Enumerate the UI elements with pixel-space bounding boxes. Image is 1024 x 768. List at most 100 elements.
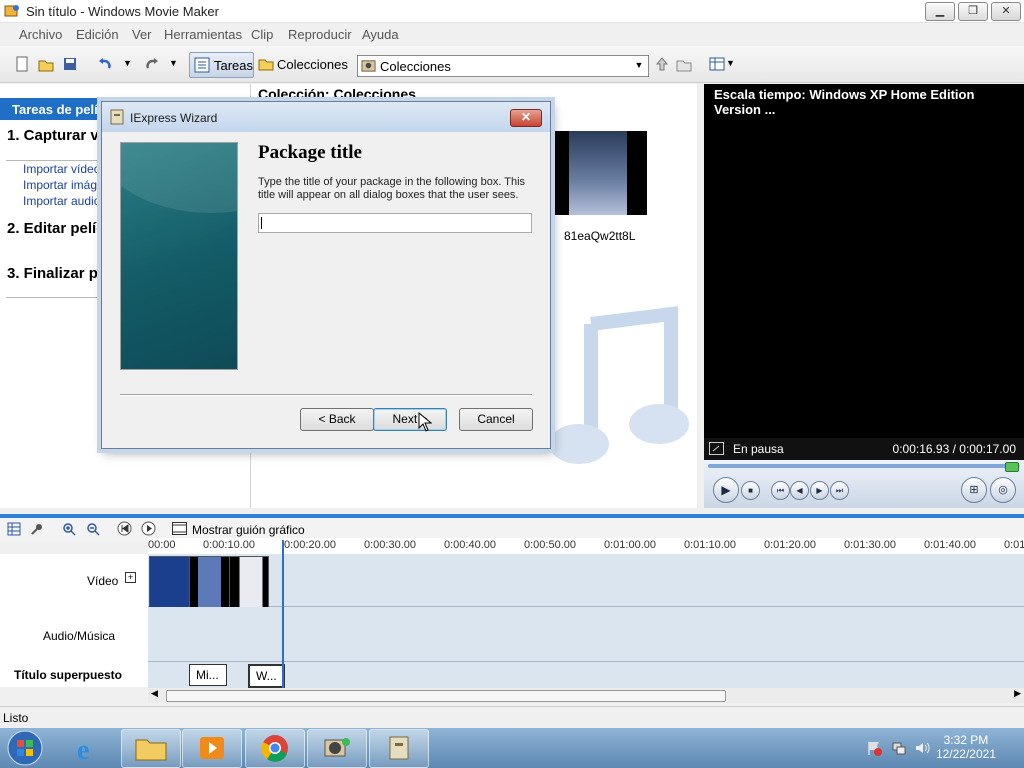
- start-button-icon[interactable]: [5, 729, 45, 767]
- movie-maker-app-icon: [4, 5, 19, 17]
- close-button[interactable]: ✕: [991, 2, 1021, 21]
- collection-title: Colección: Colecciones: [258, 86, 416, 102]
- task-section-capture[interactable]: 1. Capturar víd: [7, 127, 112, 144]
- menu-herramientas[interactable]: Herramientas: [164, 27, 242, 42]
- next-frame-button[interactable]: ⏭: [830, 481, 849, 500]
- task-link-import-audio[interactable]: Importar audio d: [23, 194, 110, 208]
- cancel-button[interactable]: Cancel: [459, 408, 533, 431]
- play-timeline-icon[interactable]: [141, 521, 156, 536]
- title-overlay-track[interactable]: Mi... W...: [148, 662, 1024, 688]
- taskbar-media-player[interactable]: [182, 729, 242, 768]
- taskbar-chrome[interactable]: [245, 729, 305, 768]
- minimize-button[interactable]: ▁: [925, 2, 955, 21]
- title-overlay-clip[interactable]: Mi...: [189, 664, 227, 686]
- view-options-icon[interactable]: [709, 56, 725, 72]
- audio-music-track[interactable]: [148, 607, 1024, 662]
- undo-icon[interactable]: [97, 56, 113, 72]
- preview-controls: ▶ ■ ⏮ ◀ ▶ ⏭ ⊞ ◎: [704, 460, 1024, 508]
- storyboard-icon[interactable]: [172, 522, 187, 535]
- menu-archivo[interactable]: Archivo: [19, 27, 62, 42]
- up-one-level-icon[interactable]: [654, 56, 670, 72]
- rewind-timeline-icon[interactable]: [117, 521, 132, 536]
- clock-time: 3:32 PM: [943, 733, 989, 747]
- title-overlay-clip-selected[interactable]: W...: [248, 664, 285, 688]
- back-button[interactable]: < Back: [300, 408, 374, 431]
- forward-button[interactable]: ▶: [810, 481, 829, 500]
- chevron-down-icon[interactable]: ▼: [632, 58, 646, 73]
- task-section-edit[interactable]: 2. Editar pelíc: [7, 220, 105, 237]
- track-label-title-overlay: Título superpuesto: [14, 668, 122, 682]
- undo-dropdown-icon[interactable]: ▼: [123, 58, 132, 68]
- scroll-left-icon[interactable]: ◀: [151, 688, 158, 699]
- timeline-horizontal-scrollbar[interactable]: ◀ ▶: [148, 688, 1024, 703]
- rewind-button[interactable]: ◀: [790, 481, 809, 500]
- timeline-grid-icon[interactable]: [7, 522, 21, 536]
- collection-clip-thumbnail[interactable]: [551, 131, 647, 215]
- zoom-out-icon[interactable]: [86, 522, 100, 536]
- view-dropdown-icon[interactable]: ▼: [726, 58, 735, 68]
- action-center-flag-icon[interactable]: [866, 740, 882, 756]
- menu-clip[interactable]: Clip: [251, 27, 273, 42]
- zoom-in-icon[interactable]: [62, 522, 76, 536]
- dialog-close-button[interactable]: ✕: [510, 109, 542, 127]
- ruler-tick: 00:00: [148, 539, 176, 551]
- ruler-tick: 0:00:10.00: [203, 539, 255, 551]
- redo-icon[interactable]: [144, 56, 160, 72]
- taskbar-movie-maker[interactable]: [307, 729, 367, 768]
- package-title-input[interactable]: [258, 213, 532, 233]
- scroll-right-icon[interactable]: ▶: [1014, 688, 1021, 699]
- timeline-ruler[interactable]: 00:00 0:00:10.00 0:00:20.00 0:00:30.00 0…: [148, 538, 1024, 555]
- taskbar-explorer[interactable]: [121, 729, 181, 768]
- tasks-toggle-button[interactable]: Tareas: [189, 52, 254, 78]
- menu-reproducir[interactable]: Reproducir: [288, 27, 352, 42]
- collections-combo[interactable]: Colecciones ▼: [357, 55, 649, 77]
- seek-bar-fill: [708, 464, 1019, 468]
- task-link-import-video[interactable]: Importar vídeo: [23, 162, 100, 176]
- expand-video-track-icon[interactable]: +: [125, 572, 136, 583]
- video-clip[interactable]: [189, 556, 230, 608]
- seek-thumb[interactable]: [1005, 462, 1019, 472]
- ruler-tick: 0:01:30.00: [844, 539, 896, 551]
- menu-edicion[interactable]: Edición: [76, 27, 119, 42]
- taskbar-clock[interactable]: 3:32 PM 12/22/2021: [936, 733, 996, 761]
- ruler-tick: 0:00:40.00: [444, 539, 496, 551]
- previous-frame-button[interactable]: ⏮: [771, 481, 790, 500]
- video-track[interactable]: [148, 554, 1024, 608]
- collection-clip-label[interactable]: 81eaQw2tt8L: [564, 229, 635, 243]
- text-caret: [261, 217, 262, 229]
- menu-ver[interactable]: Ver: [132, 27, 152, 42]
- new-project-icon[interactable]: [14, 56, 30, 72]
- open-project-icon[interactable]: [38, 56, 54, 72]
- take-picture-button[interactable]: ◎: [990, 477, 1016, 503]
- redo-dropdown-icon[interactable]: ▼: [169, 58, 178, 68]
- collection-folder-icon: [361, 60, 376, 72]
- split-clip-button[interactable]: ⊞: [961, 477, 987, 503]
- network-icon[interactable]: [891, 740, 907, 756]
- fullscreen-icon[interactable]: [709, 442, 724, 455]
- scrollbar-thumb[interactable]: [166, 690, 726, 702]
- task-link-import-images[interactable]: Importar imágen: [23, 178, 110, 192]
- timeline-playhead[interactable]: [282, 540, 284, 688]
- video-clip[interactable]: [229, 556, 269, 608]
- volume-icon[interactable]: [914, 740, 930, 756]
- play-button[interactable]: ▶: [713, 477, 739, 503]
- status-bar: Listo: [0, 706, 1024, 729]
- narrate-microphone-icon[interactable]: [30, 522, 44, 536]
- show-storyboard-button[interactable]: Mostrar guión gráfico: [192, 523, 305, 537]
- maximize-button[interactable]: ❐: [958, 2, 988, 21]
- save-project-icon[interactable]: [62, 56, 78, 72]
- collections-button-label[interactable]: Colecciones: [277, 57, 348, 72]
- preview-title: Escala tiempo: Windows XP Home Edition V…: [714, 87, 975, 117]
- taskbar-iexpress[interactable]: [369, 729, 429, 768]
- video-clip[interactable]: [149, 556, 190, 608]
- seek-bar[interactable]: [708, 464, 1020, 468]
- window-title-bar: Sin título - Windows Movie Maker ▁ ❐ ✕: [0, 0, 1024, 23]
- ruler-tick: 0:01:40.00: [924, 539, 976, 551]
- internet-explorer-icon[interactable]: e: [72, 732, 104, 764]
- collections-icon[interactable]: [258, 56, 274, 72]
- task-section-finish[interactable]: 3. Finalizar pe: [7, 265, 106, 282]
- next-button[interactable]: Next >: [373, 408, 447, 431]
- new-collection-folder-icon[interactable]: [676, 56, 692, 72]
- menu-ayuda[interactable]: Ayuda: [362, 27, 399, 42]
- stop-button[interactable]: ■: [741, 481, 760, 500]
